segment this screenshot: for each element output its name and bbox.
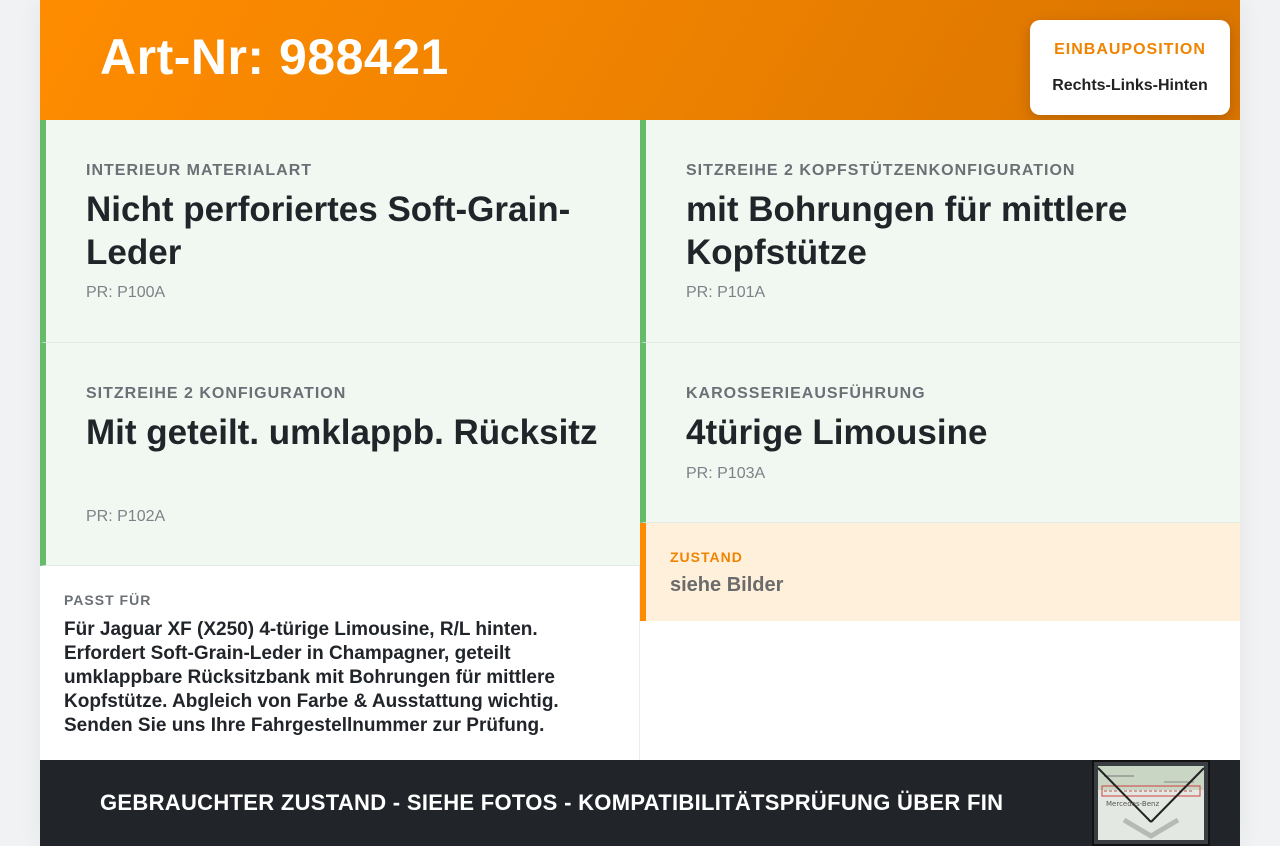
- fits-section: PASST FÜR Für Jaguar XF (X250) 4-türige …: [40, 566, 640, 760]
- spec-value: Mit geteilt. umklappb. Rücksitz: [86, 413, 598, 452]
- spec-label: SITZREIHE 2 KOPFSTÜTZENKONFIGURATION: [686, 162, 1076, 179]
- footer-text: GEBRAUCHTER ZUSTAND - SIEHE FOTOS - KOMP…: [100, 790, 1004, 815]
- footer-bar: GEBRAUCHTER ZUSTAND - SIEHE FOTOS - KOMP…: [40, 760, 1240, 846]
- condition-box: ZUSTAND siehe Bilder: [640, 523, 1240, 621]
- product-sheet: Art-Nr: 988421 EINBAUPOSITION Rechts-Lin…: [40, 0, 1240, 846]
- spec-value: mit Bohrungen für mittlere Kopfstütze: [686, 190, 1128, 272]
- spec-pr-code: PR: P100A: [86, 284, 166, 301]
- spec-cell-body-style: KAROSSERIEAUSFÜHRUNG 4türige Limousine P…: [640, 343, 1240, 523]
- condition-label: ZUSTAND: [670, 549, 743, 565]
- part-label-thumbnail[interactable]: Mercedes-Benz: [1092, 760, 1210, 846]
- header-bar: Art-Nr: 988421 EINBAUPOSITION Rechts-Lin…: [40, 0, 1240, 120]
- label-photo-image: Mercedes-Benz: [1094, 762, 1208, 844]
- position-card: EINBAUPOSITION Rechts-Links-Hinten: [1030, 20, 1230, 115]
- spec-pr-code: PR: P102A: [86, 508, 166, 525]
- spec-cell-headrest: SITZREIHE 2 KOPFSTÜTZENKONFIGURATION mit…: [640, 120, 1240, 343]
- spec-cell-seat-config: SITZREIHE 2 KONFIGURATION Mit geteilt. u…: [40, 343, 640, 566]
- spec-pr-code: PR: P101A: [686, 284, 766, 301]
- spec-pr-code: PR: P103A: [686, 465, 766, 482]
- svg-text:Mercedes-Benz: Mercedes-Benz: [1106, 800, 1159, 808]
- spec-label: INTERIEUR MATERIALART: [86, 162, 313, 179]
- spec-value: Nicht perforiertes Soft-Grain-Leder: [86, 190, 571, 272]
- fits-label: PASST FÜR: [64, 592, 152, 608]
- spec-value: 4türige Limousine: [686, 413, 988, 452]
- article-number: Art-Nr: 988421: [100, 29, 449, 85]
- position-label: EINBAUPOSITION: [1054, 41, 1206, 58]
- position-value: Rechts-Links-Hinten: [1052, 77, 1208, 94]
- condition-value: siehe Bilder: [670, 574, 784, 596]
- fits-description: Für Jaguar XF (X250) 4-türige Limousine,…: [64, 619, 559, 736]
- spec-label: KAROSSERIEAUSFÜHRUNG: [686, 385, 926, 402]
- spec-cell-material: INTERIEUR MATERIALART Nicht perforiertes…: [40, 120, 640, 343]
- spec-label: SITZREIHE 2 KONFIGURATION: [86, 385, 347, 402]
